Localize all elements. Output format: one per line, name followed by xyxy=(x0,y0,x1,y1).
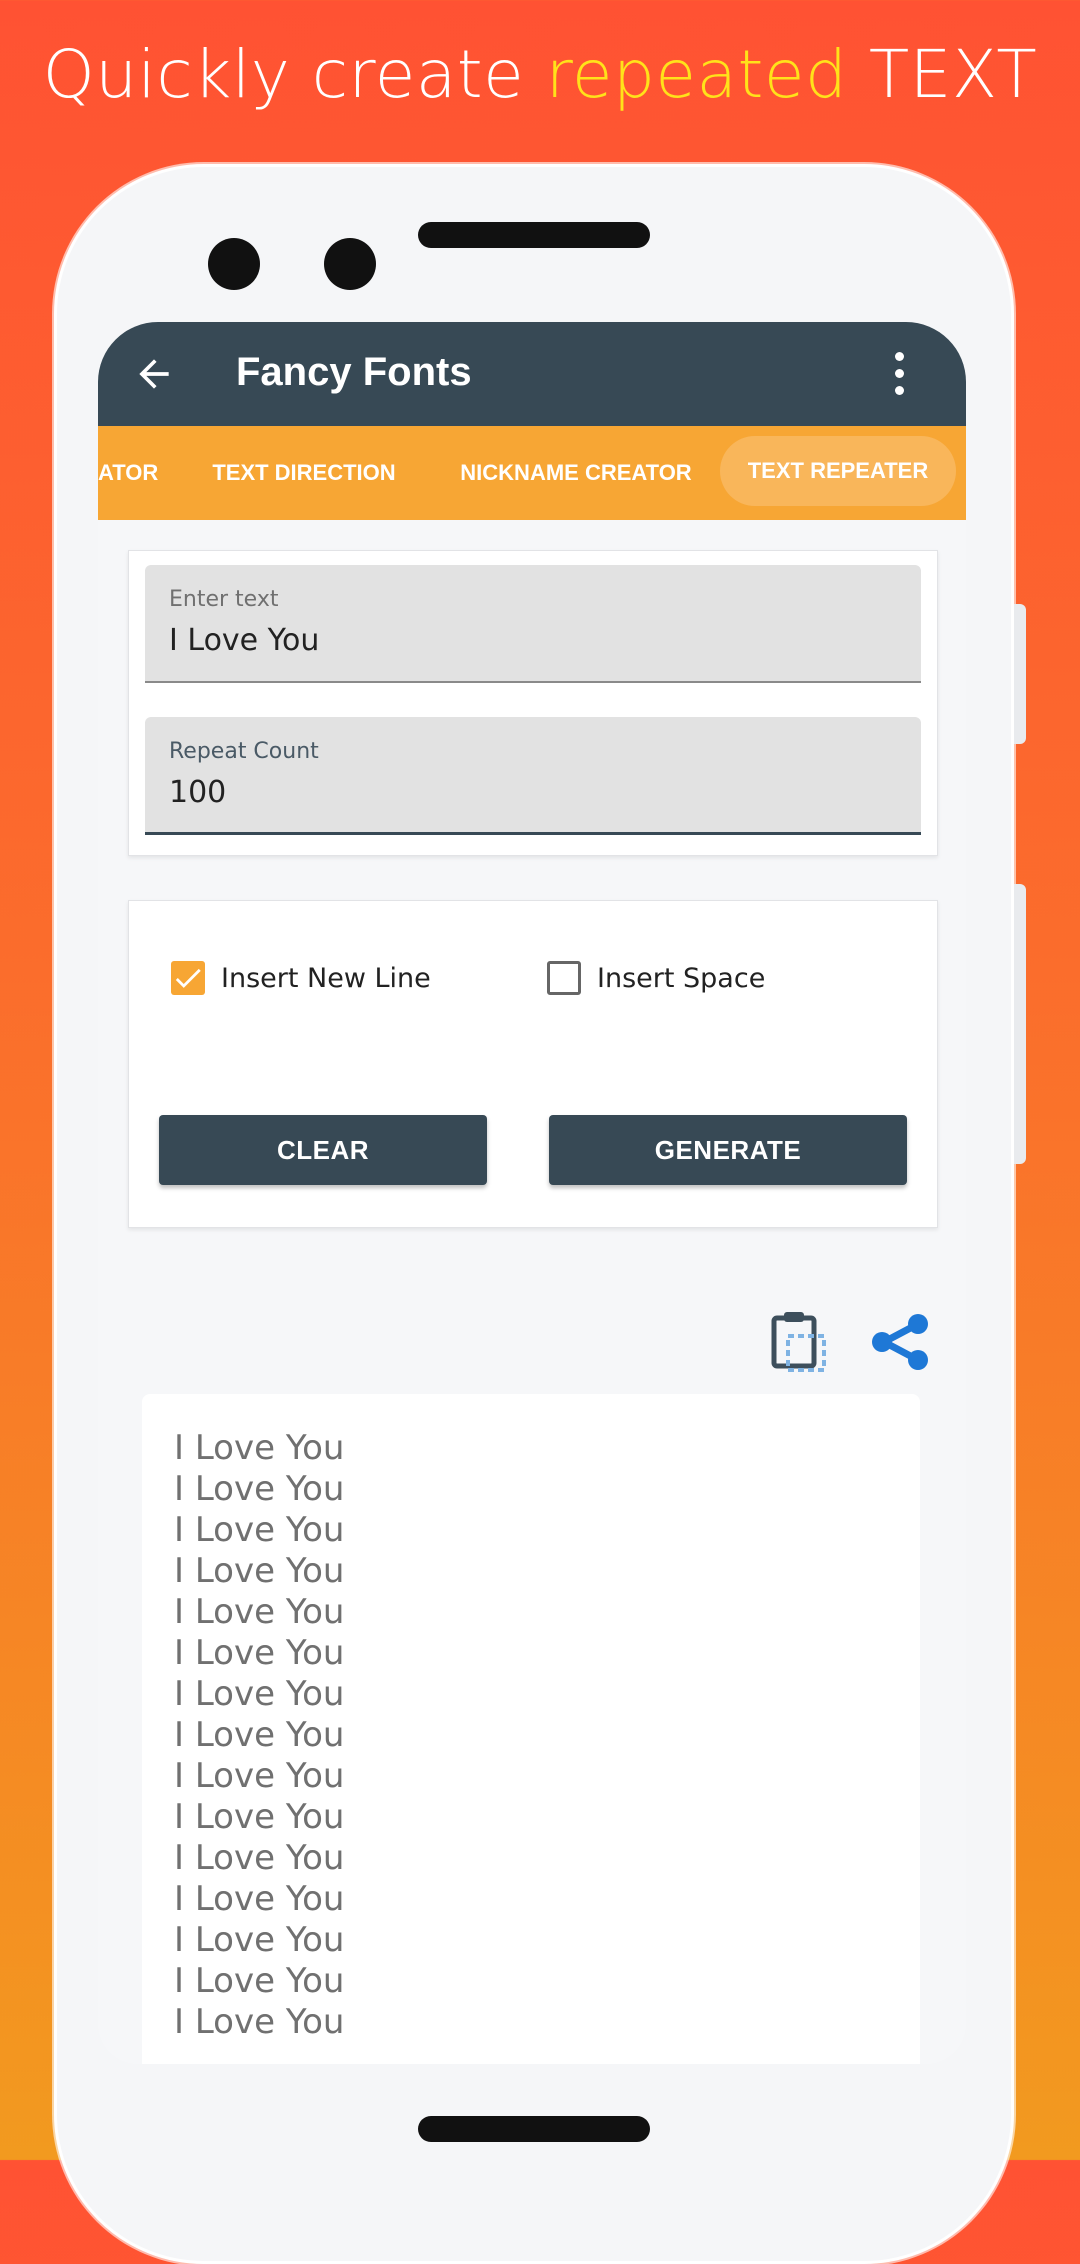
output-line: I Love You xyxy=(174,1551,345,1591)
repeat-count-label: Repeat Count xyxy=(169,739,319,764)
output-line: I Love You xyxy=(174,1510,345,1550)
output-line: I Love You xyxy=(174,1428,345,1468)
insert-new-line-label: Insert New Line xyxy=(221,963,431,994)
output-text-area[interactable]: I Love You I Love You I Love You I Love You… xyxy=(142,1394,920,2064)
input-card: Enter text I Love You Repeat Count 100 xyxy=(128,550,938,856)
headline-part1: Quickly create xyxy=(42,36,546,113)
headline-highlight: repeated xyxy=(545,36,848,113)
app-bar: Fancy Fonts xyxy=(98,322,966,426)
phone-home-indicator xyxy=(418,2116,650,2142)
share-icon[interactable] xyxy=(870,1314,930,1370)
output-line: I Love You xyxy=(174,1674,345,1714)
insert-space-label: Insert Space xyxy=(597,963,766,994)
clipboard-copy-icon[interactable] xyxy=(770,1310,828,1374)
front-camera xyxy=(208,238,260,290)
enter-text-label: Enter text xyxy=(169,587,279,612)
tab-bar: ATOR TEXT DIRECTION NICKNAME CREATOR TEX… xyxy=(98,426,966,520)
insert-new-line-checkbox[interactable] xyxy=(171,961,205,995)
check-icon xyxy=(175,968,201,988)
clear-button[interactable]: CLEAR xyxy=(159,1115,487,1185)
phone-volume-button xyxy=(1014,604,1026,744)
tab-text-direction[interactable]: TEXT DIRECTION xyxy=(210,448,398,498)
tab-nickname-creator[interactable]: NICKNAME CREATOR xyxy=(460,448,692,498)
headline-part2: TEXT xyxy=(847,36,1038,113)
options-card: Insert New Line Insert Space CLEAR GENER… xyxy=(128,900,938,1228)
output-line: I Love You xyxy=(174,1756,345,1796)
enter-text-field[interactable]: Enter text I Love You xyxy=(145,565,921,683)
output-line: I Love You xyxy=(174,1592,345,1632)
promo-headline: Quickly create repeated TEXT xyxy=(0,36,1080,113)
phone-speaker xyxy=(418,222,650,248)
output-line: I Love You xyxy=(174,1715,345,1755)
app-screen: Fancy Fonts ATOR TEXT DIRECTION NICKNAME… xyxy=(98,322,966,2064)
repeat-count-value[interactable]: 100 xyxy=(169,775,869,810)
output-line: I Love You xyxy=(174,1838,345,1878)
insert-space-checkbox[interactable] xyxy=(547,961,581,995)
tab-text-repeater[interactable]: TEXT REPEATER xyxy=(720,436,956,506)
app-title: Fancy Fonts xyxy=(236,350,472,394)
arrow-left-icon[interactable] xyxy=(132,352,176,396)
more-vert-icon[interactable] xyxy=(894,352,906,396)
tab-creator[interactable]: ATOR xyxy=(98,448,158,498)
output-line: I Love You xyxy=(174,2002,345,2042)
output-line: I Love You xyxy=(174,1469,345,1509)
output-line: I Love You xyxy=(174,1961,345,2001)
output-line: I Love You xyxy=(174,1797,345,1837)
output-line: I Love You xyxy=(174,1633,345,1673)
output-line: I Love You xyxy=(174,1920,345,1960)
front-sensor xyxy=(324,238,376,290)
phone-power-button xyxy=(1014,884,1026,1164)
repeat-count-field[interactable]: Repeat Count 100 xyxy=(145,717,921,835)
enter-text-value[interactable]: I Love You xyxy=(169,623,869,658)
output-line: I Love You xyxy=(174,1879,345,1919)
generate-button[interactable]: GENERATE xyxy=(549,1115,907,1185)
